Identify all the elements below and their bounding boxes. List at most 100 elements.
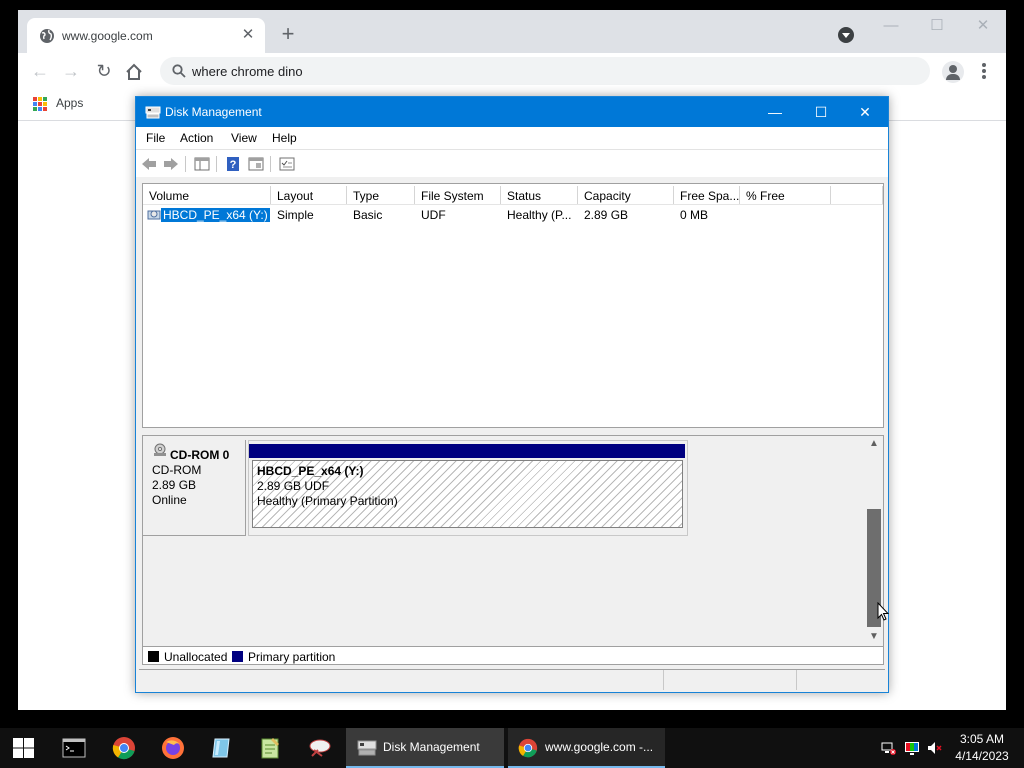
back-icon[interactable]: ← [28,60,52,84]
maximize-icon[interactable]: ☐ [798,97,844,127]
crystal-app-icon[interactable] [209,736,233,760]
browser-toolbar: ← → ↻ where chrome dino [18,53,1006,89]
disk-size: 2.89 GB [152,478,197,492]
taskbar-disk-management-label: Disk Management [383,740,480,754]
clock-time: 3:05 AM [959,732,1005,746]
column-header-type[interactable]: Type [347,186,415,204]
column-header-capacity[interactable]: Capacity [578,186,674,204]
window-title: Disk Management [165,105,262,119]
volume-icon [147,210,161,220]
close-window-icon[interactable]: ✕ [968,16,998,38]
console-tree-icon[interactable] [194,156,210,172]
tab-strip: www.google.com ✕ + — ☐ ✕ [18,10,1006,53]
column-header-volume[interactable]: Volume [143,186,271,204]
title-bar[interactable]: Disk Management — ☐ ✕ [136,97,888,127]
profile-icon[interactable] [942,61,964,83]
column-header-percent-free[interactable]: % Free [740,186,831,204]
disk-name: CD-ROM 0 [170,448,230,462]
cd-rom-icon [154,443,166,456]
cell-file-system: UDF [421,208,446,222]
chrome-icon[interactable] [112,736,136,760]
menu-action[interactable]: Action [180,131,213,145]
globe-icon [40,29,54,43]
cell-status: Healthy (P... [507,208,572,222]
back-arrow-icon[interactable] [141,156,157,172]
network-icon[interactable] [881,740,897,756]
disk-graphical-view: CD-ROM 0 CD-ROM 2.89 GB Online HBCD_PE_x… [142,435,884,665]
disk-management-window: Disk Management — ☐ ✕ File Action View H… [135,96,889,693]
cell-type: Basic [353,208,383,222]
minimize-icon[interactable]: — [876,16,906,38]
scroll-up-icon[interactable]: ▲ [865,436,883,452]
cell-volume[interactable]: HBCD_PE_x64 (Y:) [161,208,270,222]
forward-icon[interactable]: → [59,60,83,84]
mouse-cursor-icon [877,602,889,621]
menu-file[interactable]: File [146,131,165,145]
menu-view[interactable]: View [231,131,257,145]
svg-text:?: ? [230,159,237,171]
column-header-layout[interactable]: Layout [271,186,347,204]
toolbar: ? [136,149,888,177]
close-tab-icon[interactable]: ✕ [239,26,257,44]
forward-arrow-icon[interactable] [163,156,179,172]
tab-title: www.google.com [62,29,153,43]
primary-partition-swatch [232,651,243,662]
display-icon[interactable] [904,740,920,756]
taskbar-chrome[interactable]: www.google.com -... [508,728,665,768]
disk-management-icon [145,106,161,119]
menu-help[interactable]: Help [272,131,297,145]
disk-state: Online [152,493,187,507]
snipping-tool-icon[interactable] [308,736,332,760]
column-header-file-system[interactable]: File System [415,186,501,204]
close-icon[interactable]: ✕ [842,97,888,127]
column-header-empty [831,186,883,204]
reload-icon[interactable]: ↻ [92,60,116,84]
partition-size: 2.89 GB UDF [257,479,330,493]
status-bar [139,669,885,690]
partition-block[interactable]: HBCD_PE_x64 (Y:) 2.89 GB UDF Healthy (Pr… [248,440,688,536]
legend-primary-partition: Primary partition [248,650,336,664]
partition-label: HBCD_PE_x64 (Y:) [257,464,364,478]
column-header-free-space[interactable]: Free Spa... [674,186,740,204]
search-icon [172,64,186,78]
cell-capacity: 2.89 GB [584,208,629,222]
disk-management-icon [357,740,377,756]
partition-status: Healthy (Primary Partition) [257,494,398,508]
minimize-icon[interactable]: — [752,97,798,127]
address-bar[interactable]: where chrome dino [160,57,930,85]
menu-bar: File Action View Help [136,127,888,149]
system-clock[interactable]: 3:05 AM 4/14/2023 [948,731,1016,765]
notepad-icon[interactable] [258,736,282,760]
primary-partition-bar [249,444,685,458]
checklist-icon[interactable] [279,156,295,172]
unallocated-swatch [148,651,159,662]
volume-list: Volume Layout Type File System Status Ca… [142,183,884,428]
chrome-icon [518,738,538,758]
taskbar-chrome-label: www.google.com -... [545,740,654,754]
taskbar-disk-management[interactable]: Disk Management [346,728,504,768]
tab-search-icon[interactable] [838,27,854,43]
new-tab-button[interactable]: + [276,23,300,47]
volume-muted-icon[interactable] [927,740,943,756]
apps-grid-icon[interactable] [33,97,47,111]
cell-free-space: 0 MB [680,208,709,222]
menu-icon[interactable] [978,63,990,81]
scroll-down-icon[interactable]: ▼ [865,629,883,645]
properties-icon[interactable] [248,156,264,172]
browser-tab[interactable]: www.google.com ✕ [27,18,265,53]
column-header-status[interactable]: Status [501,186,578,204]
apps-bookmark[interactable]: Apps [56,96,83,110]
cell-layout: Simple [277,208,314,222]
help-icon[interactable]: ? [225,156,241,172]
firefox-icon[interactable] [161,736,185,760]
disk-type: CD-ROM [152,463,202,477]
home-icon[interactable] [124,62,144,82]
maximize-icon[interactable]: ☐ [922,16,952,38]
windows-start-icon[interactable] [13,738,34,758]
command-prompt-icon[interactable] [62,736,86,760]
partition-details[interactable]: HBCD_PE_x64 (Y:) 2.89 GB UDF Healthy (Pr… [252,460,683,528]
legend: Unallocated Primary partition [143,646,883,664]
clock-date: 4/14/2023 [955,749,1009,763]
disk-info-panel[interactable]: CD-ROM 0 CD-ROM 2.89 GB Online [143,440,246,536]
address-text: where chrome dino [192,64,303,79]
